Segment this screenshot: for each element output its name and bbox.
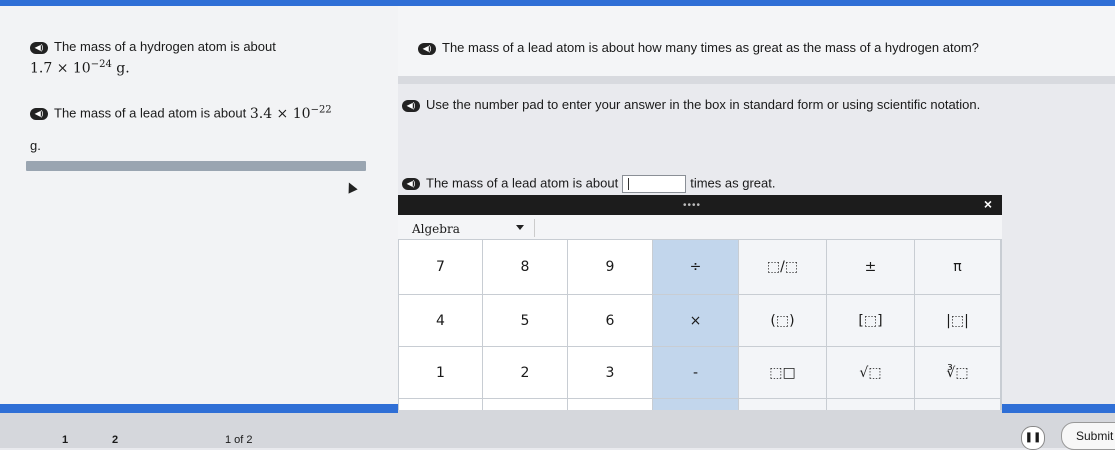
key-2[interactable]: 2: [483, 347, 567, 398]
lead-unit: g.: [30, 138, 41, 153]
lead-text: The mass of a lead atom is about: [54, 105, 247, 121]
page-1-link[interactable]: 1: [62, 434, 68, 446]
key-minus[interactable]: -: [653, 347, 738, 398]
close-icon[interactable]: ×: [984, 196, 992, 212]
answer-suffix: times as great.: [690, 175, 776, 191]
hydrogen-unit: g.: [116, 60, 130, 77]
speaker-icon[interactable]: ◀): [418, 42, 436, 55]
lead-statement: ◀) The mass of a lead atom is about 3.4 ×…: [30, 104, 332, 122]
key-pi[interactable]: π: [915, 240, 1000, 294]
key-cube-root[interactable]: ∛⬚: [915, 347, 1000, 398]
key-9[interactable]: 9: [568, 240, 652, 294]
question-label: The mass of a lead atom is about how man…: [442, 40, 979, 55]
key-6[interactable]: 6: [568, 295, 652, 346]
key-plus-minus[interactable]: ±: [827, 240, 914, 294]
keypad-mode-select[interactable]: Algebra: [412, 222, 460, 236]
footer-accent-left: [0, 404, 398, 413]
lead-exponent: −22: [310, 104, 332, 115]
drag-handle-icon[interactable]: ••••: [683, 200, 701, 211]
keypad-header[interactable]: •••• ×: [398, 195, 1002, 215]
speaker-icon[interactable]: ◀): [30, 41, 48, 54]
hydrogen-text: The mass of a hydrogen atom is about: [54, 39, 276, 54]
answer-line: ◀) The mass of a lead atom is about times …: [402, 175, 775, 193]
key-exponent[interactable]: ⬚□: [739, 347, 826, 398]
hydrogen-mantissa: 1.7 × 10: [30, 60, 91, 77]
key-4[interactable]: 4: [399, 295, 482, 346]
lead-mantissa: 3.4 × 10: [249, 105, 311, 122]
scroll-indicator[interactable]: [26, 161, 366, 171]
hydrogen-mass: 1.7 × 10−24 g.: [30, 59, 130, 77]
keypad-mode-bar: [398, 215, 1002, 239]
speaker-icon[interactable]: ◀): [402, 99, 420, 112]
key-square-root[interactable]: √⬚: [827, 347, 914, 398]
key-fraction[interactable]: ⬚/⬚: [739, 240, 826, 294]
page-2-link[interactable]: 2: [112, 434, 118, 446]
lead-mass: 3.4 × 10−22: [249, 104, 332, 122]
footer-bar: [0, 410, 1115, 448]
key-parentheses[interactable]: (⬚): [739, 295, 826, 346]
pause-icon[interactable]: ❚❚: [1021, 426, 1045, 450]
instruction-label: Use the number pad to enter your answer …: [426, 97, 981, 112]
divider: [534, 219, 535, 237]
submit-button[interactable]: Submit: [1061, 422, 1115, 450]
key-absolute[interactable]: |⬚|: [915, 295, 1000, 346]
hydrogen-statement: ◀) The mass of a hydrogen atom is about: [30, 39, 276, 54]
key-7[interactable]: 7: [399, 240, 482, 294]
hydrogen-exponent: −24: [90, 59, 112, 70]
speaker-icon[interactable]: ◀): [30, 108, 48, 121]
panel-divider: [398, 76, 1115, 84]
key-3[interactable]: 3: [568, 347, 652, 398]
key-multiply[interactable]: ×: [653, 295, 738, 346]
page-count: 1 of 2: [225, 434, 253, 446]
speaker-icon[interactable]: ◀): [402, 178, 420, 190]
key-1[interactable]: 1: [399, 347, 482, 398]
answer-input[interactable]: [622, 175, 687, 193]
instruction-text: ◀) Use the number pad to enter your answe…: [402, 97, 980, 112]
key-brackets[interactable]: [⬚]: [827, 295, 914, 346]
question-text: ◀) The mass of a lead atom is about how m…: [418, 40, 979, 55]
footer-accent-right: [1002, 404, 1115, 413]
chevron-down-icon[interactable]: [516, 225, 524, 230]
key-8[interactable]: 8: [483, 240, 567, 294]
key-5[interactable]: 5: [483, 295, 567, 346]
key-divide[interactable]: ÷: [653, 240, 738, 294]
answer-prefix: The mass of a lead atom is about: [426, 175, 619, 191]
